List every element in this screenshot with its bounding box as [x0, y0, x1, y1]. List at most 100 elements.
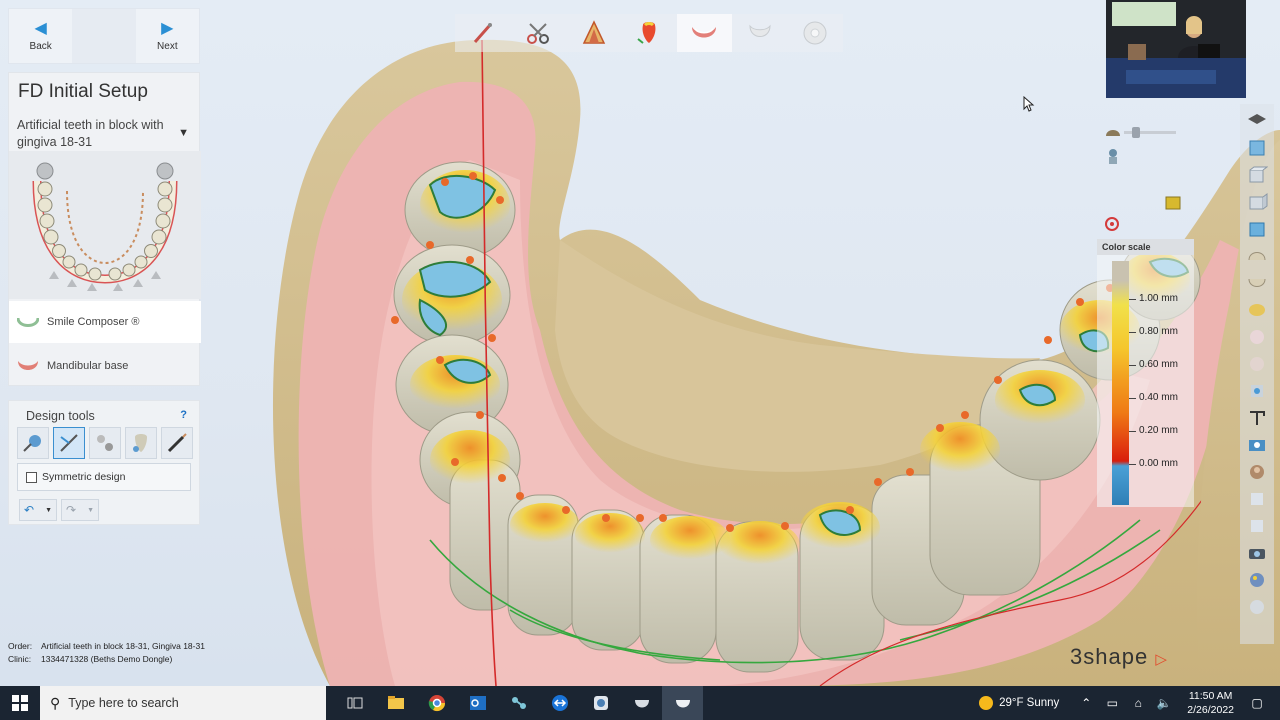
color-scale-title: Color scale: [1097, 239, 1194, 255]
color-scale-legend: Color scale 1.00 mm 0.80 mm 0.60 mm 0.40…: [1097, 239, 1194, 507]
notifications-icon[interactable]: ▢: [1244, 696, 1270, 710]
camera-icon[interactable]: [1246, 543, 1268, 563]
tab-cut-tool[interactable]: [510, 14, 566, 52]
file-explorer-icon[interactable]: [375, 686, 416, 720]
mandibular-base-icon: [18, 361, 38, 370]
setup-panel: FD Initial Setup Artificial teeth in blo…: [8, 72, 201, 387]
volume-icon[interactable]: 🔈: [1151, 696, 1177, 710]
settings-blank-icon[interactable]: [1246, 597, 1268, 617]
slider-thumb[interactable]: [1132, 127, 1140, 138]
base-shell-icon: [749, 24, 771, 37]
clock-date: 2/26/2022: [1187, 704, 1234, 716]
tab-scan-tool[interactable]: [455, 14, 511, 52]
dongle-app-icon[interactable]: [580, 686, 621, 720]
palette-icon[interactable]: [1246, 570, 1268, 590]
tooth-view-icon[interactable]: [1246, 354, 1268, 374]
battery-icon[interactable]: ▭: [1099, 696, 1125, 710]
outlook-icon[interactable]: [457, 686, 498, 720]
pinned-apps: [334, 686, 703, 720]
weather-text: 29°F Sunny: [999, 697, 1060, 709]
antagonist-icon[interactable]: [1246, 300, 1268, 320]
blank-tool-1-icon[interactable]: [1246, 489, 1268, 509]
back-button[interactable]: ◀ Back: [9, 9, 72, 63]
undo-button[interactable]: ↶ ▼: [19, 499, 57, 521]
network-app-icon[interactable]: [498, 686, 539, 720]
order-value: Artificial teeth in block 18-31, Gingiva…: [41, 641, 205, 651]
blank-tool-2-icon[interactable]: [1246, 516, 1268, 536]
view-top-icon[interactable]: [1246, 165, 1269, 185]
checkbox-box[interactable]: [26, 471, 37, 483]
scale-label: 0.60 mm: [1139, 359, 1178, 370]
transparency-icon[interactable]: [1104, 126, 1122, 140]
color-scale-bar: [1112, 261, 1129, 505]
transparency-slider[interactable]: [1124, 127, 1176, 138]
tool-morph[interactable]: [89, 427, 121, 459]
layer-stack-icon[interactable]: [1164, 194, 1182, 212]
brand-text: 3shape: [1070, 644, 1149, 669]
tab-tooth-design[interactable]: [621, 14, 677, 52]
brush-icon: [167, 433, 187, 453]
symmetric-design-checkbox[interactable]: Symmetric design: [17, 463, 191, 491]
windows-taskbar: ⚲ Type here to search 29°F Sunny ⌃ ▭ ⌂ 🔈…: [0, 686, 1280, 720]
sun-icon: [979, 696, 994, 710]
chevron-down-icon: ▼: [178, 127, 189, 139]
undo-icon: ↶: [24, 503, 35, 517]
step-smile-composer[interactable]: Smile Composer ®: [9, 301, 201, 343]
tab-base[interactable]: [732, 14, 788, 52]
face-scan-icon[interactable]: [1246, 462, 1268, 482]
tool-sculpt[interactable]: [53, 427, 85, 459]
order-key: Order:: [8, 641, 33, 651]
system-tray: 29°F Sunny ⌃ ▭ ⌂ 🔈 11:50 AM 2/26/2022 ▢: [979, 686, 1280, 720]
tool-tooth-library[interactable]: [125, 427, 157, 459]
network-icon[interactable]: ⌂: [1125, 696, 1151, 710]
taskbar-search-box[interactable]: ⚲ Type here to search: [40, 686, 326, 720]
tool-place-teeth[interactable]: [17, 427, 49, 459]
dropdown-arrow-icon[interactable]: ▼: [45, 507, 52, 514]
clip-plane-icon[interactable]: [1246, 381, 1268, 401]
back-label: Back: [29, 40, 52, 52]
brand-logo: 3shape ▷: [1070, 644, 1168, 670]
scale-tick: [1129, 431, 1136, 432]
presenter-video: [1106, 0, 1246, 98]
undo-redo-row: ↶ ▼ ↷ ▼: [19, 499, 99, 521]
dropdown-arrow-icon[interactable]: ▼: [87, 507, 94, 514]
disc-icon: [803, 21, 827, 45]
tab-articulation[interactable]: [565, 14, 622, 52]
view-front-icon[interactable]: [1246, 138, 1268, 158]
brand-triangle-icon: ▷: [1155, 651, 1168, 668]
dental-system-icon[interactable]: [621, 686, 662, 720]
target-icon[interactable]: [1104, 216, 1120, 232]
dental-arch-diagram: [32, 162, 178, 291]
snapshot-icon[interactable]: [1246, 435, 1268, 455]
measure-icon[interactable]: [1246, 408, 1268, 428]
upper-jaw-icon[interactable]: [1246, 246, 1268, 266]
tooth-chart[interactable]: [9, 151, 201, 299]
lower-jaw-icon[interactable]: [1246, 273, 1268, 293]
next-button[interactable]: ▶ Next: [136, 9, 199, 63]
arrow-left-icon: ◀: [34, 19, 47, 37]
model-visibility-icon[interactable]: [1106, 148, 1120, 166]
clock[interactable]: 11:50 AM 2/26/2022: [1187, 689, 1234, 717]
redo-button[interactable]: ↷ ▼: [61, 499, 99, 521]
chrome-icon[interactable]: [416, 686, 457, 720]
tab-gingiva[interactable]: [676, 14, 733, 52]
scale-tick: [1129, 332, 1136, 333]
clinic-key: Clinic:: [8, 654, 32, 664]
view-side-icon[interactable]: [1246, 192, 1268, 212]
step-mandibular-base[interactable]: Mandibular base: [9, 345, 201, 387]
weather-widget[interactable]: 29°F Sunny: [979, 696, 1059, 710]
teamviewer-icon[interactable]: [539, 686, 580, 720]
dental-designer-icon[interactable]: [662, 686, 703, 720]
workflow-toolbar: [455, 14, 843, 52]
tab-finish[interactable]: [787, 14, 843, 52]
help-icon[interactable]: ?: [180, 409, 187, 421]
tool-smooth[interactable]: [161, 427, 193, 459]
gingiva-view-icon[interactable]: [1246, 327, 1268, 347]
mouse-cursor-icon: [1023, 95, 1035, 115]
graduation-cap-icon[interactable]: [1246, 111, 1268, 131]
view-back-icon[interactable]: [1246, 219, 1268, 239]
start-button[interactable]: [0, 686, 40, 720]
task-view-icon[interactable]: [334, 686, 375, 720]
order-info: Order: Artificial teeth in block 18-31, G…: [8, 640, 205, 666]
chevron-up-icon[interactable]: ⌃: [1073, 696, 1099, 710]
